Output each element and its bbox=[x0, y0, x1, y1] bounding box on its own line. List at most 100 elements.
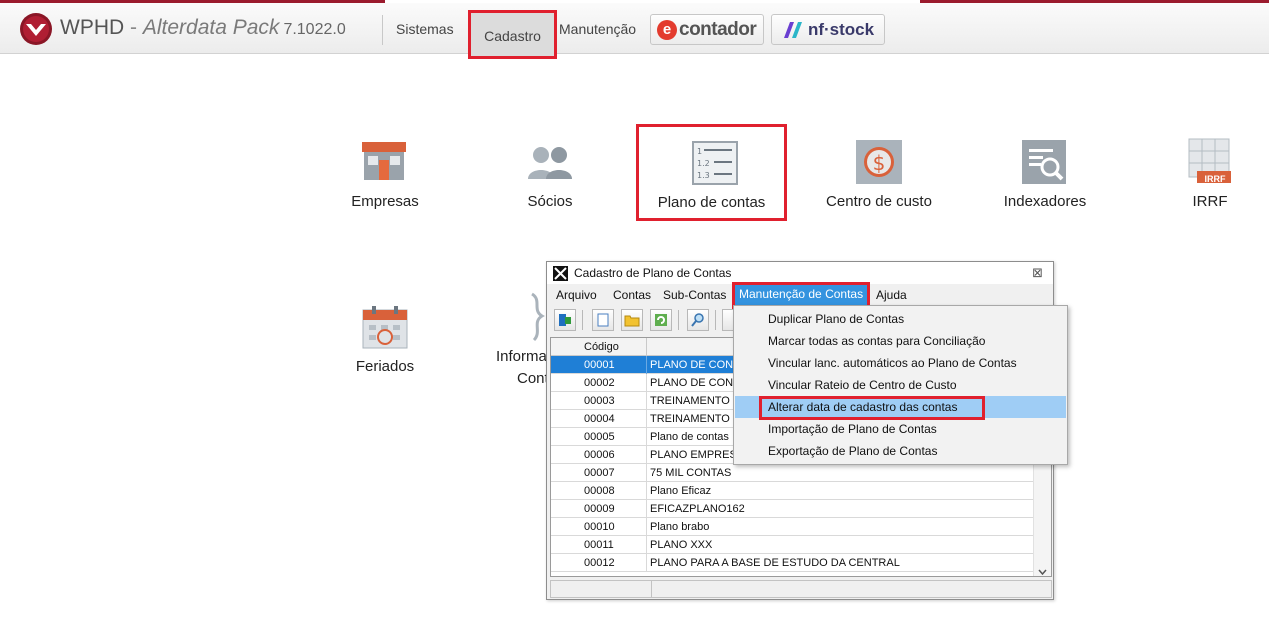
grid-header-codigo[interactable]: Código bbox=[584, 341, 619, 353]
nfstock-button[interactable]: nf·stock bbox=[771, 14, 885, 45]
menu-item-label: Duplicar Plano de Contas bbox=[768, 312, 905, 326]
menu-ajuda[interactable]: Ajuda bbox=[876, 288, 907, 302]
brand-name: WPHD bbox=[60, 16, 125, 39]
dollar-icon: $ bbox=[856, 140, 902, 184]
window-close-icon[interactable]: ⊠ bbox=[1032, 265, 1043, 281]
window-statusbar bbox=[550, 580, 1052, 598]
row-name: 75 MIL CONTAS bbox=[650, 467, 732, 479]
row-code: 00009 bbox=[584, 503, 615, 515]
menu-item-label: Vincular Rateio de Centro de Custo bbox=[768, 378, 957, 392]
toolbar-search-button[interactable] bbox=[687, 309, 709, 331]
header-divider bbox=[382, 15, 383, 45]
tile-indexadores[interactable]: Indexadores bbox=[995, 135, 1095, 215]
row-name: Plano Eficaz bbox=[650, 485, 712, 497]
tile-centro-label: Centro de custo bbox=[826, 193, 932, 210]
brand-dash: - bbox=[130, 16, 138, 39]
brand-subtitle: Alterdata Pack bbox=[142, 16, 280, 39]
toolbar-separator bbox=[678, 310, 679, 330]
app-brand: WPHD - Alterdata Pack 7.1022.0 bbox=[60, 16, 346, 40]
menu-item-label: Alterar data de cadastro das contas bbox=[768, 400, 958, 414]
tile-feriados[interactable]: Feriados bbox=[335, 300, 435, 380]
search-icon bbox=[691, 313, 704, 327]
menu-sub-contas[interactable]: Sub-Contas bbox=[663, 288, 726, 302]
toolbar-open-button[interactable] bbox=[621, 309, 643, 331]
menu-item-label: Marcar todas as contas para Conciliação bbox=[768, 334, 986, 348]
irrf-badge: IRRF bbox=[1204, 174, 1226, 184]
tile-socios[interactable]: Sócios bbox=[500, 135, 600, 215]
app-header: WPHD - Alterdata Pack 7.1022.0 Sistemas C… bbox=[0, 3, 1269, 59]
toolbar-separator bbox=[582, 310, 583, 330]
menu-cadastro[interactable]: Cadastro bbox=[468, 10, 557, 59]
menu-item-vincular-lanc[interactable]: Vincular lanc. automáticos ao Plano de C… bbox=[735, 352, 1066, 374]
menu-item-label: Importação de Plano de Contas bbox=[768, 422, 937, 436]
menu-item-importacao[interactable]: Importação de Plano de Contas bbox=[735, 418, 1066, 440]
tile-irrf-label: IRRF bbox=[1192, 193, 1228, 210]
row-code: 00003 bbox=[584, 395, 615, 407]
toolbar-exit-button[interactable] bbox=[554, 309, 576, 331]
toolbar-refresh-button[interactable] bbox=[650, 309, 672, 331]
manutencao-dropdown-menu: Duplicar Plano de Contas Marcar todas as… bbox=[733, 305, 1068, 465]
row-code: 00001 bbox=[584, 359, 615, 371]
tile-informacoes-label-line2[interactable]: Cont bbox=[517, 370, 549, 387]
tile-informacoes-label-line1[interactable]: Informa bbox=[496, 348, 547, 365]
tile-empresas-label: Empresas bbox=[351, 193, 419, 210]
menu-item-label: Vincular lanc. automáticos ao Plano de C… bbox=[768, 356, 1017, 370]
row-code: 00004 bbox=[584, 413, 615, 425]
new-document-icon bbox=[597, 313, 609, 327]
menu-contas[interactable]: Contas bbox=[613, 288, 651, 302]
numbered-list-icon: 1 1.2 1.3 bbox=[692, 141, 738, 185]
tile-centro-de-custo[interactable]: $ Centro de custo bbox=[818, 135, 940, 215]
row-code: 00006 bbox=[584, 449, 615, 461]
tile-feriados-label: Feriados bbox=[355, 358, 415, 375]
table-row[interactable]: 00012 PLANO PARA A BASE DE ESTUDO DA CENT… bbox=[551, 554, 1033, 572]
row-name: Plano brabo bbox=[650, 521, 710, 533]
refresh-icon bbox=[655, 314, 667, 326]
menu-item-duplicar[interactable]: Duplicar Plano de Contas bbox=[735, 308, 1066, 330]
calendar-icon bbox=[362, 306, 408, 349]
contador-label: contador bbox=[679, 18, 757, 40]
tile-irrf[interactable]: IRRF IRRF bbox=[1175, 135, 1245, 215]
menu-item-vincular-rateio[interactable]: Vincular Rateio de Centro de Custo bbox=[735, 374, 1066, 396]
table-row[interactable]: 00009 EFICAZPLANO162 bbox=[551, 500, 1033, 518]
svg-text:$: $ bbox=[873, 151, 886, 175]
toolbar-separator bbox=[715, 310, 716, 330]
menu-item-exportacao[interactable]: Exportação de Plano de Contas bbox=[735, 440, 1066, 462]
row-code: 00011 bbox=[584, 539, 614, 551]
row-code: 00005 bbox=[584, 431, 615, 443]
menu-sistemas[interactable]: Sistemas bbox=[396, 21, 454, 37]
row-name: PLANO XXX bbox=[650, 539, 713, 551]
window-app-icon bbox=[553, 266, 568, 281]
tile-empresas[interactable]: Empresas bbox=[335, 135, 435, 215]
row-code: 00010 bbox=[584, 521, 615, 533]
nfstock-logo-icon bbox=[783, 21, 802, 38]
row-name: PLANO PARA A BASE DE ESTUDO DA CENTRAL bbox=[650, 557, 900, 569]
table-row[interactable]: 00010 Plano brabo bbox=[551, 518, 1033, 536]
chevron-down-icon[interactable] bbox=[1038, 569, 1047, 575]
menu-manutencao-de-contas[interactable]: Manutenção de Contas bbox=[731, 282, 871, 309]
menu-manutencao[interactable]: Manutenção bbox=[559, 21, 636, 37]
menu-item-alterar-data[interactable]: Alterar data de cadastro das contas bbox=[735, 396, 1066, 420]
row-code: 00002 bbox=[584, 377, 615, 389]
people-icon bbox=[528, 147, 572, 179]
building-icon bbox=[362, 142, 406, 180]
menu-cadastro-label: Cadastro bbox=[484, 27, 541, 44]
contador-e-icon: e bbox=[657, 19, 677, 40]
row-code: 00008 bbox=[584, 485, 615, 497]
magnifier-list-icon bbox=[1022, 140, 1066, 184]
table-row[interactable]: 00011 PLANO XXX bbox=[551, 536, 1033, 554]
wphd-logo-icon bbox=[20, 13, 52, 45]
menu-item-marcar-conciliacao[interactable]: Marcar todas as contas para Conciliação bbox=[735, 330, 1066, 352]
svg-text:1: 1 bbox=[697, 147, 702, 156]
menu-item-label: Exportação de Plano de Contas bbox=[768, 444, 938, 458]
row-name: TREINAMENTO bbox=[650, 413, 730, 425]
toolbar-new-button[interactable] bbox=[592, 309, 614, 331]
table-row[interactable]: 00008 Plano Eficaz bbox=[551, 482, 1033, 500]
table-row[interactable]: 00007 75 MIL CONTAS bbox=[551, 464, 1033, 482]
row-name: Plano de contas bbox=[650, 431, 729, 443]
tile-plano-de-contas[interactable]: 1 1.2 1.3 Plano de contas bbox=[636, 124, 787, 221]
menu-arquivo[interactable]: Arquivo bbox=[556, 288, 597, 302]
window-menubar: Arquivo Contas Sub-Contas Manutenção de … bbox=[547, 282, 1053, 309]
contador-button[interactable]: e contador bbox=[650, 14, 764, 45]
folder-icon bbox=[624, 315, 640, 326]
svg-text:1.3: 1.3 bbox=[697, 171, 710, 180]
